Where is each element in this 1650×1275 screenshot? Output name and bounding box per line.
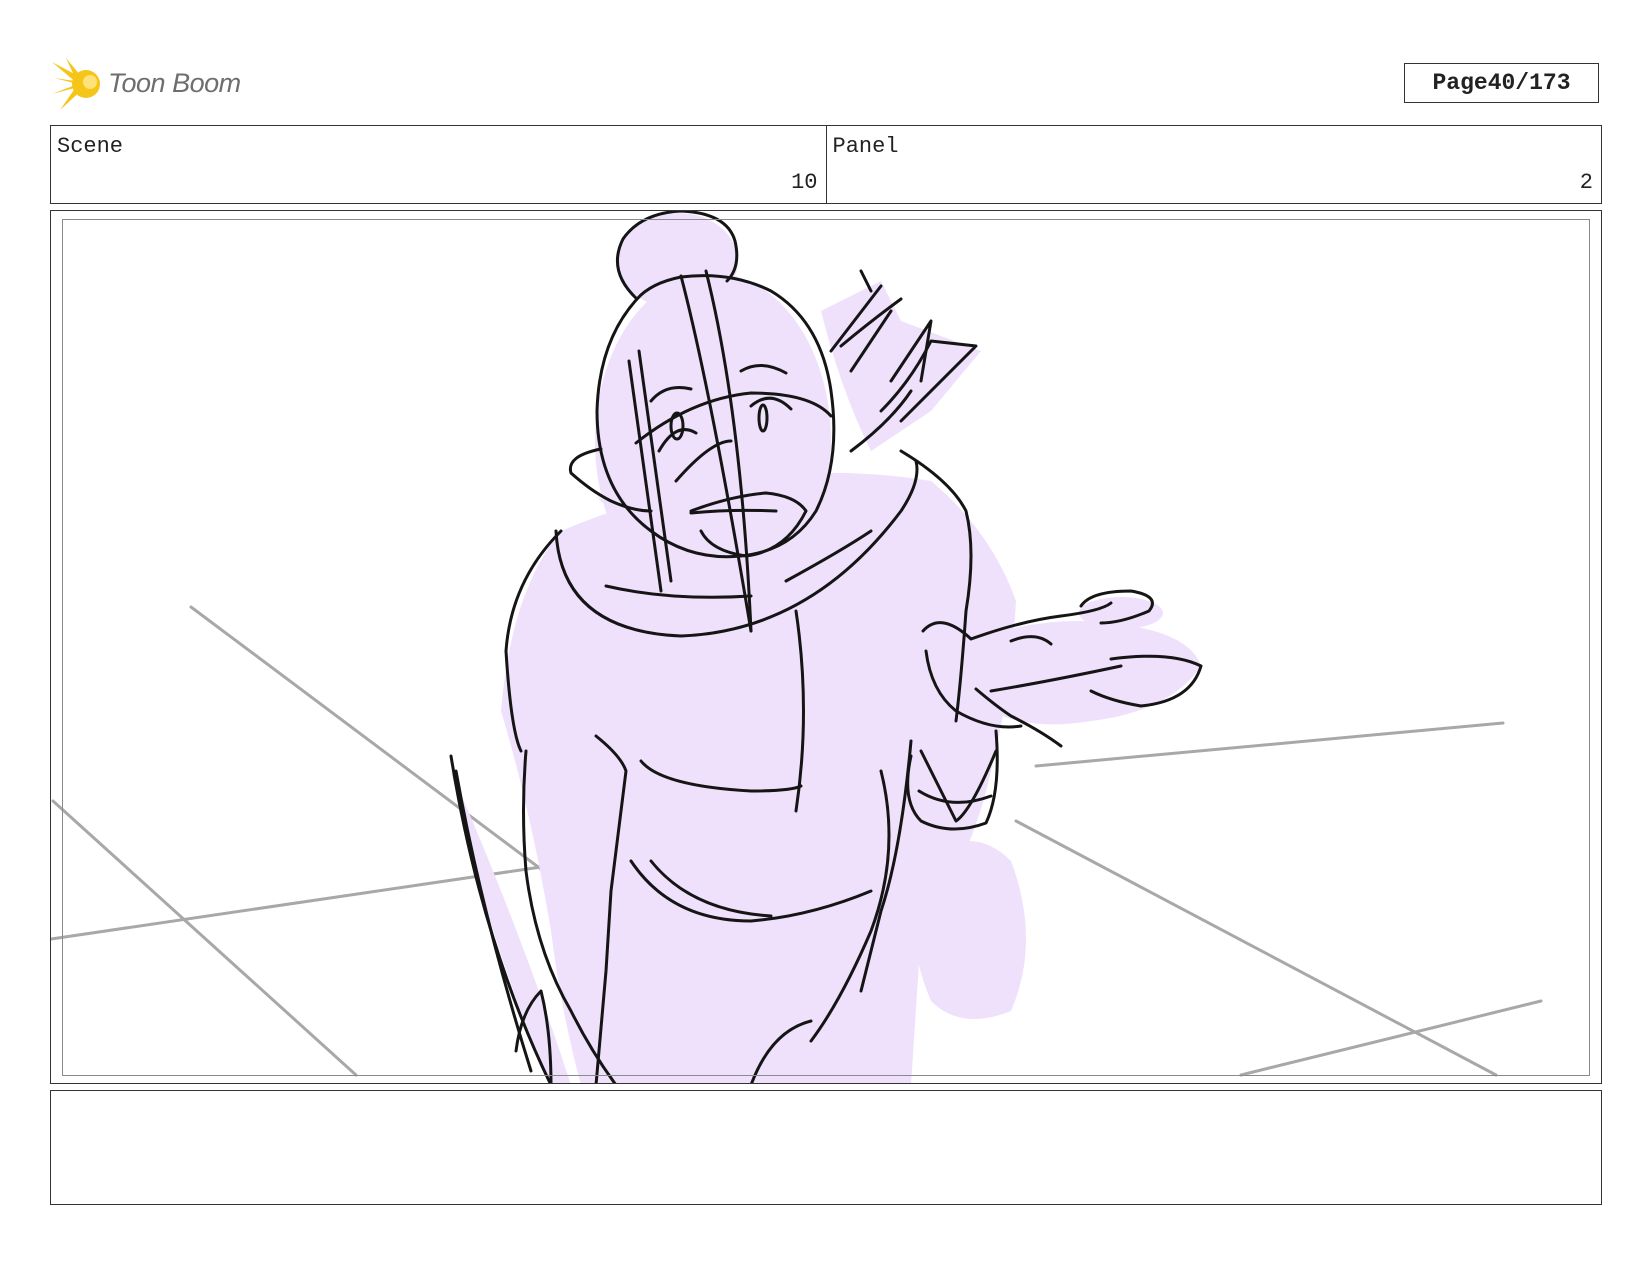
scene-cell: Scene 10 <box>51 126 826 203</box>
brand-name: Toon Boom <box>108 68 241 98</box>
scene-number: 10 <box>791 170 818 195</box>
panel-label: Panel <box>832 134 899 159</box>
storyboard-panel[interactable] <box>50 210 1602 1084</box>
scene-label: Scene <box>57 134 124 159</box>
starburst-icon <box>52 58 100 110</box>
page-label: Page <box>1432 70 1488 96</box>
panel-cell: Panel 2 <box>825 126 1602 203</box>
panel-number: 2 <box>1579 170 1593 195</box>
page-number: 40/173 <box>1487 70 1571 96</box>
page-counter: Page 40/173 <box>1404 63 1599 103</box>
panel-sketch <box>51 211 1543 1083</box>
scene-panel-header: Scene 10 Panel 2 <box>50 125 1602 204</box>
panel-notes[interactable] <box>50 1090 1602 1205</box>
toon-boom-logo: Toon Boom <box>52 56 262 112</box>
